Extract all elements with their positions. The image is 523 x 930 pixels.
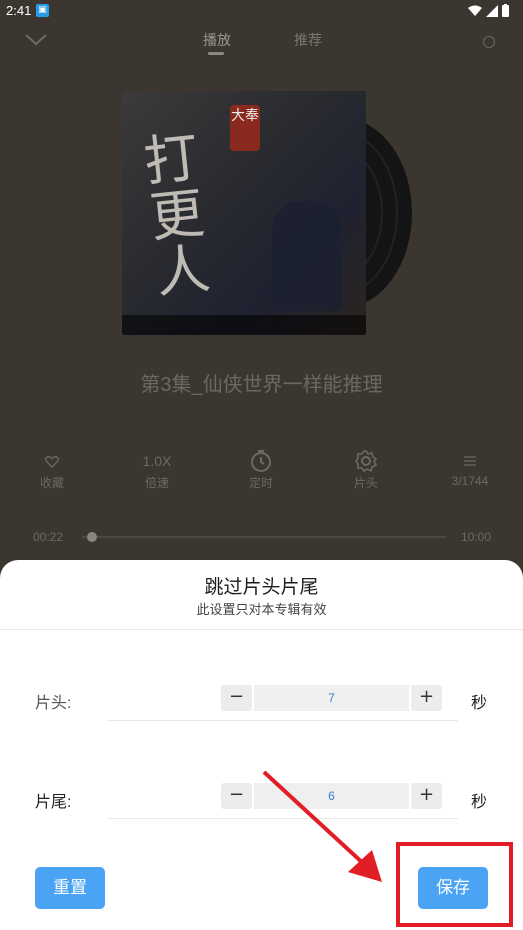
intro-row-line [107,720,458,721]
tab-play[interactable]: 播放 [203,30,231,50]
reset-button[interactable]: 重置 [35,867,105,909]
skip-intro-outro-sheet: 跳过片头片尾 此设置只对本专辑有效 片头: − 7 + 秒 片尾: − 6 + … [0,560,523,930]
timer-label: 定时 [248,476,273,490]
cover-seal: 大奉 [230,105,260,151]
gear-icon [355,450,378,473]
outro-minus-button[interactable]: − [221,783,252,809]
info-icon[interactable] [483,36,495,48]
intro-label: 片头 [353,476,378,490]
status-time: 2:41 [6,3,32,18]
cover-strip [122,315,366,335]
intro-row-label: 片头: [35,695,72,712]
speed-label: 倍速 [144,476,169,490]
sheet-subtitle: 此设置只对本专辑有效 [196,602,327,617]
timer-icon [251,450,271,472]
list-icon [464,456,476,466]
progress-track[interactable] [82,536,446,538]
sheet-title: 跳过片头片尾 [204,577,319,598]
episode-title: 第3集_仙侠世界一样能推理 [140,374,383,396]
outro-stepper: − 6 + [221,783,442,809]
favorite-label: 收藏 [39,476,64,490]
playlist-button[interactable]: 3/1744 [435,448,505,488]
player-controls: 收藏 1.0X 倍速 定时 片头 3/1744 [0,448,523,498]
outro-row-label: 片尾: [35,794,72,811]
album-cover: 大奉 打更人 [122,91,366,335]
favorite-button[interactable]: 收藏 [17,448,87,491]
current-time: 00:22 [33,530,64,544]
timer-button[interactable]: 定时 [226,448,296,491]
player-header: 播放 推荐 [0,24,523,64]
playlist-count: 3/1744 [451,474,489,488]
intro-skip-button[interactable]: 片头 [331,448,401,491]
intro-stepper: − 7 + [221,685,442,711]
outro-plus-button[interactable]: + [411,783,442,809]
progress-thumb[interactable] [87,532,97,542]
wifi-icon [468,5,482,16]
speed-button[interactable]: 1.0X 倍速 [122,448,192,491]
chevron-down-icon[interactable] [24,30,48,50]
intro-unit: 秒 [470,695,487,712]
heart-icon [45,455,59,468]
annotation-highlight-box [396,842,513,927]
outro-value-input[interactable]: 6 [254,783,409,809]
signal-icon [486,4,498,17]
outro-row-line [107,818,458,819]
tab-recommend[interactable]: 推荐 [294,30,322,50]
total-time: 10:00 [460,530,491,544]
status-icons [468,4,509,17]
divider [0,629,523,630]
speed-value: 1.0X [142,453,172,469]
battery-icon [502,4,509,17]
intro-value-input[interactable]: 7 [254,685,409,711]
tab-indicator [208,52,224,55]
cover-figure [272,201,342,311]
cover-title-art: 打更人 [140,125,213,306]
notification-app-icon: ▣ [36,4,49,17]
outro-unit: 秒 [470,794,487,811]
intro-minus-button[interactable]: − [221,685,252,711]
intro-plus-button[interactable]: + [411,685,442,711]
status-bar: 2:41 ▣ [0,0,523,22]
